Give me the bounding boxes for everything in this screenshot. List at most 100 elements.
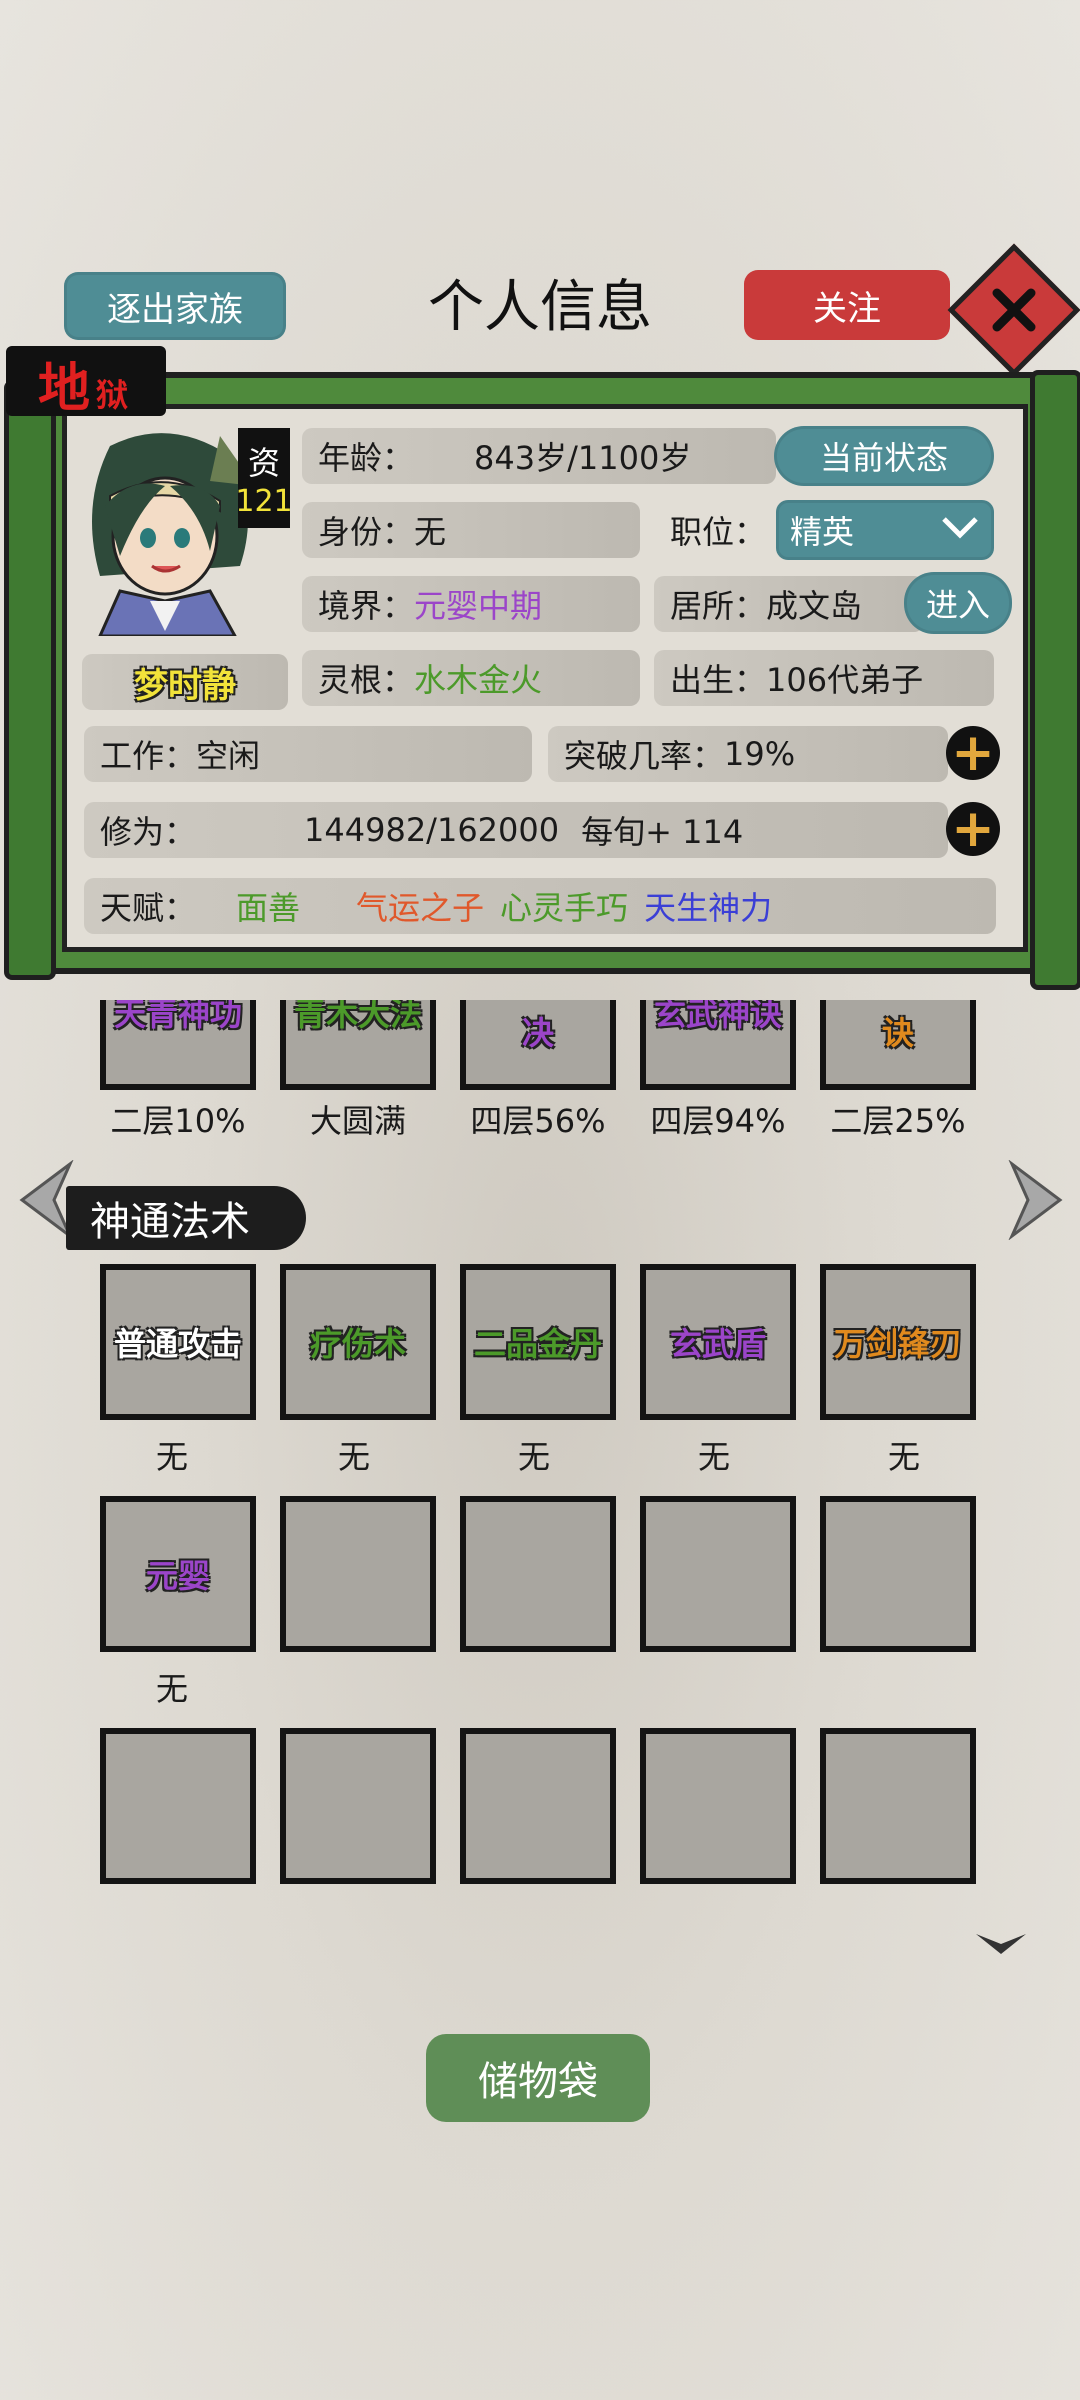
storage-bag-button[interactable]: 储物袋 (426, 2034, 650, 2122)
birth-label: 出生： (670, 661, 767, 699)
spell-cell-empty[interactable] (640, 1496, 796, 1652)
technique-cell[interactable]: 青木大法 (280, 1000, 436, 1090)
spell-cell[interactable]: 疗伤术 (280, 1264, 436, 1420)
talent-item[interactable]: 面善 (236, 883, 300, 929)
aptitude-label: 资 (247, 443, 280, 482)
technique-cell[interactable]: 天青神功 (100, 1000, 256, 1090)
breakthrough-label: 突破几率： (564, 737, 725, 775)
position-select[interactable]: 精英 (776, 500, 994, 560)
storage-bag-label: 储物袋 (478, 2059, 598, 2105)
identity-label: 身份： (318, 513, 415, 551)
work-field: 工作： 空闲 (84, 726, 532, 782)
realm-field: 境界： 元婴中期 (302, 576, 640, 632)
technique-cell[interactable]: 玄武神诀 (640, 1000, 796, 1090)
spell-name: 普通攻击 (113, 1325, 242, 1363)
birth-field: 出生： 106代弟子 (654, 650, 994, 706)
technique-level: 大圆满 (309, 1102, 406, 1140)
spell-level: 无 (155, 1438, 188, 1476)
current-status-label: 当前状态 (819, 439, 948, 477)
spell-cell-empty[interactable] (460, 1496, 616, 1652)
technique-cell[interactable]: 诀 (820, 1000, 976, 1090)
character-name: 梦时静 (134, 665, 236, 706)
spell-cell-empty[interactable] (820, 1496, 976, 1652)
age-field: 年龄： 843岁/1100岁 (302, 428, 776, 484)
spell-level: 无 (155, 1670, 188, 1708)
plus-icon: + (951, 799, 995, 859)
spell-name: 万剑锋刃 (833, 1325, 962, 1363)
page-title: 个人信息 (428, 275, 652, 340)
spell-name: 疗伤术 (309, 1325, 406, 1363)
scroll-down-button[interactable] (972, 1928, 1030, 1962)
spell-cell-empty[interactable] (100, 1728, 256, 1884)
spell-cell[interactable]: 玄武盾 (640, 1264, 796, 1420)
spell-cell-empty[interactable] (640, 1728, 796, 1884)
technique-name: 天青神功 (113, 1000, 242, 1033)
work-value: 空闲 (196, 737, 261, 775)
spell-level: 无 (517, 1438, 550, 1476)
chevron-down-icon (976, 1934, 1026, 1954)
expel-from-family-button[interactable]: 逐出家族 (64, 272, 286, 340)
talent-item[interactable]: 心灵手巧 (500, 883, 628, 929)
current-status-button[interactable]: 当前状态 (774, 426, 994, 486)
close-button[interactable] (947, 243, 1080, 377)
spell-name: 元婴 (145, 1557, 210, 1595)
next-page-button[interactable] (1008, 1159, 1066, 1244)
enter-label: 进入 (925, 586, 990, 624)
talent-label: 天赋： (100, 889, 197, 927)
technique-name: 玄武神诀 (653, 1000, 782, 1033)
scroll-rod-left (4, 380, 56, 980)
identity-field: 身份： 无 (302, 502, 640, 558)
work-label: 工作： (100, 737, 197, 775)
technique-level: 四层56% (470, 1102, 606, 1140)
cultivation-field: 修为： 144982/162000 每旬+ 114 (84, 802, 948, 858)
birth-value: 106代弟子 (766, 661, 924, 699)
spell-cell-empty[interactable] (280, 1728, 436, 1884)
add-cultivation-button[interactable]: + (946, 802, 1000, 856)
talents-field: 天赋： 面善 气运之子 心灵手巧 天生神力 (84, 878, 996, 934)
age-value: 843岁/1100岁 (474, 439, 692, 477)
spell-cell[interactable]: 普通攻击 (100, 1264, 256, 1420)
cultivation-label: 修为： (100, 813, 197, 851)
technique-level: 二层25% (830, 1102, 966, 1140)
close-icon (947, 243, 1080, 377)
techniques-row-clipped: 天青神功 青木大法 决 玄武神诀 诀 (0, 1000, 1080, 1090)
character-name-plate: 梦时静 (82, 654, 288, 710)
talent-item[interactable]: 天生神力 (644, 883, 772, 929)
position-label: 职位： (670, 513, 767, 551)
cultivation-value: 144982/162000 (304, 811, 560, 849)
chevron-down-icon (940, 511, 980, 549)
spell-cell[interactable]: 万剑锋刃 (820, 1264, 976, 1420)
residence-value: 成文岛 (766, 587, 863, 625)
root-value: 水木金火 (414, 661, 543, 699)
technique-name: 青木大法 (293, 1000, 422, 1033)
breakthrough-field: 突破几率： 19% (548, 726, 948, 782)
root-label: 灵根： (318, 661, 415, 699)
realm-label: 境界： (318, 587, 415, 625)
spells-section-title: 神通法术 (66, 1186, 306, 1250)
spell-cell-empty[interactable] (460, 1728, 616, 1884)
residence-label: 居所： (670, 587, 767, 625)
enter-residence-button[interactable]: 进入 (904, 572, 1012, 634)
technique-name: 诀 (881, 1014, 914, 1052)
residence-field: 居所： 成文岛 (654, 576, 924, 632)
spell-level: 无 (887, 1438, 920, 1476)
spell-name: 二品金丹 (473, 1325, 602, 1363)
chevron-right-icon (1008, 1159, 1063, 1241)
spell-cell[interactable]: 二品金丹 (460, 1264, 616, 1420)
plus-icon: + (951, 723, 995, 783)
identity-value: 无 (414, 513, 447, 551)
spell-cell-empty[interactable] (280, 1496, 436, 1652)
spell-cell-empty[interactable] (820, 1728, 976, 1884)
talent-item[interactable]: 气运之子 (356, 883, 484, 929)
aptitude-tag: 资 121 (235, 428, 293, 528)
difficulty-big: 地 (38, 359, 91, 419)
add-breakthrough-button[interactable]: + (946, 726, 1000, 780)
spell-cell[interactable]: 元婴 (100, 1496, 256, 1652)
technique-name: 决 (521, 1014, 554, 1052)
realm-value: 元婴中期 (414, 587, 543, 625)
follow-button[interactable]: 关注 (744, 270, 950, 340)
position-field: 职位： (654, 502, 774, 558)
breakthrough-value: 19% (724, 735, 796, 773)
technique-cell[interactable]: 决 (460, 1000, 616, 1090)
difficulty-badge: 地 狱 (6, 346, 166, 419)
